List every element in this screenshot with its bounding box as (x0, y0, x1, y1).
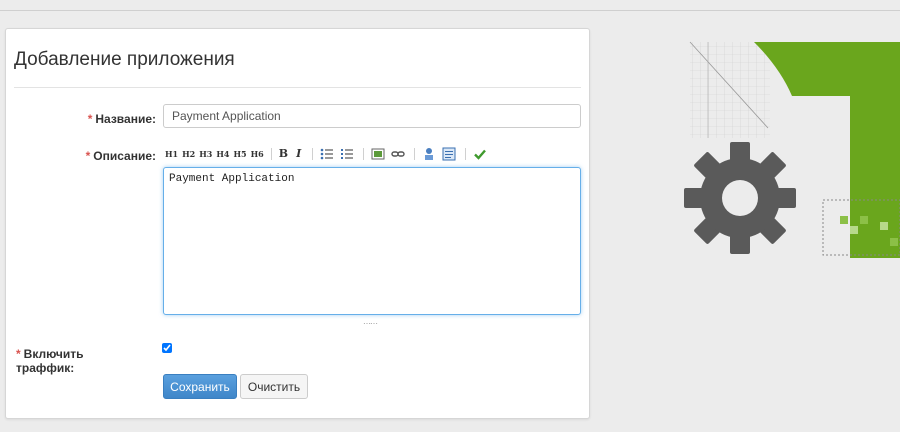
editor-toolbar: H1 H2 H3 H4 H5 H6 B I (165, 146, 493, 162)
bold-button[interactable]: B (279, 146, 288, 162)
toolbar-separator (414, 148, 416, 160)
h3-button[interactable]: H3 (199, 146, 212, 162)
title-divider (14, 87, 581, 88)
traffic-label: * Включить траффик: (16, 347, 84, 375)
blueprint-grid (690, 42, 770, 138)
name-input[interactable] (163, 104, 581, 128)
italic-button[interactable]: I (296, 146, 301, 162)
bullet-list-icon[interactable] (320, 147, 334, 161)
numbered-list-icon[interactable] (340, 147, 354, 161)
toolbar-separator (270, 148, 272, 160)
traffic-checkbox[interactable] (162, 343, 172, 353)
quote-icon[interactable] (442, 147, 456, 161)
description-textarea[interactable]: Payment Application (163, 167, 581, 315)
clear-button[interactable]: Очистить (240, 374, 308, 399)
toolbar-separator (465, 148, 467, 160)
description-label: * Описание: (85, 149, 156, 163)
h4-button[interactable]: H4 (216, 146, 229, 162)
save-button[interactable]: Сохранить (163, 374, 237, 399)
toolbar-separator (312, 148, 314, 160)
preview-check-icon[interactable] (473, 147, 487, 161)
gear-icon (684, 142, 796, 254)
top-divider (0, 10, 900, 11)
toolbar-separator (363, 148, 365, 160)
page-title: Добавление приложения (14, 49, 235, 70)
h5-button[interactable]: H5 (234, 146, 247, 162)
image-icon[interactable] (371, 147, 385, 161)
settings-illustration (668, 38, 900, 258)
required-mark: * (87, 112, 93, 126)
h6-button[interactable]: H6 (251, 146, 264, 162)
h2-button[interactable]: H2 (182, 146, 195, 162)
resize-grip[interactable]: ⋯⋯ (363, 319, 378, 328)
name-label: * Название: (87, 112, 156, 126)
add-application-panel: Добавление приложения *Название: *Описан… (5, 28, 590, 419)
link-icon[interactable] (391, 147, 405, 161)
required-mark: * (85, 149, 91, 163)
code-icon[interactable] (422, 147, 436, 161)
required-mark: * (16, 347, 21, 361)
h1-button[interactable]: H1 (165, 146, 178, 162)
